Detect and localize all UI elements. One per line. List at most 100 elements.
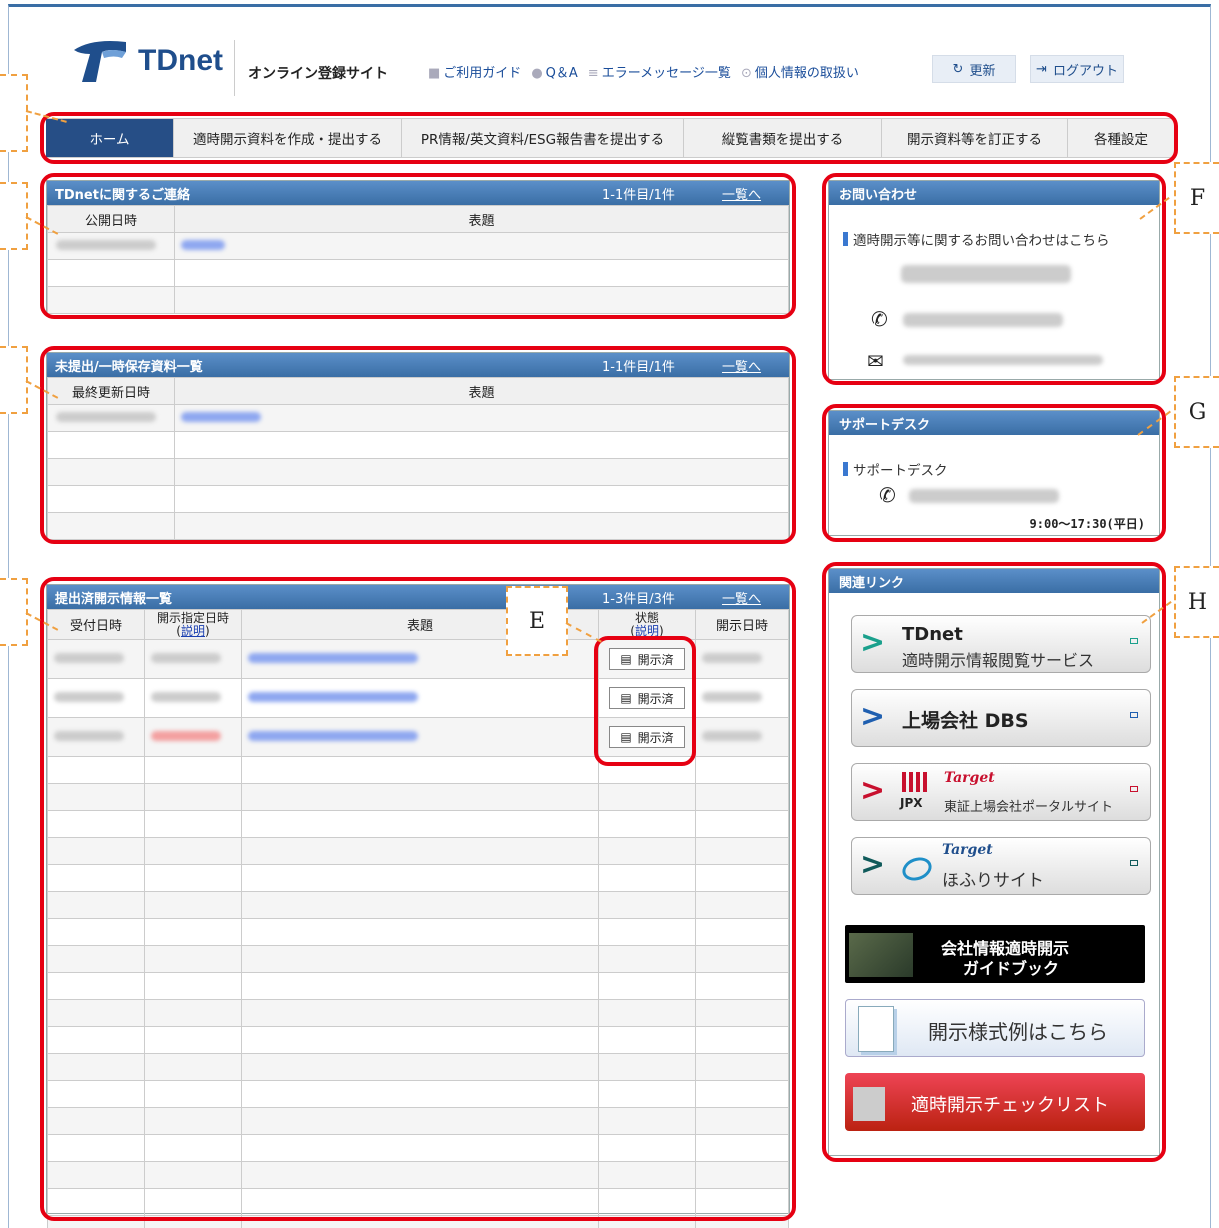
view-all-link[interactable]: 一覧へ — [722, 184, 761, 203]
title-link[interactable] — [248, 691, 418, 702]
table-row — [47, 810, 789, 838]
title-link[interactable] — [248, 652, 418, 663]
jpx-portal-link[interactable]: > JPX Target 東証上場会社ポータルサイト — [851, 763, 1151, 821]
phone-icon: ✆ — [879, 483, 896, 507]
site-name: オンライン登録サイト — [248, 66, 388, 82]
document-icon — [858, 1006, 894, 1052]
column-header: 公開日時 — [47, 205, 175, 233]
panel-title: 未提出/一時保存資料一覧 — [55, 359, 203, 375]
checklist-link[interactable]: 適時開示チェックリスト — [845, 1073, 1145, 1131]
redacted-text — [151, 652, 221, 663]
inquiry-panel: お問い合わせ 適時開示等に関するお問い合わせはこちら ✆ ✉ — [828, 180, 1160, 380]
redacted-text — [909, 489, 1059, 503]
submitted-table: 受付日時 開示指定日時 (説明) 表題 状態 (説明) 開示日時 ▤ 開示済 ▤ 開示済 ▤… — [47, 609, 789, 1228]
privacy-link[interactable]: ⊙ 個人情報の取扱い — [741, 62, 859, 81]
tab-pr-english-esg[interactable]: PR情報/英文資料/ESG報告書を提出する — [402, 119, 684, 157]
disclosed-status-button[interactable]: ▤ 開示済 — [609, 726, 685, 748]
column-header: 開示指定日時 (説明) — [144, 609, 242, 640]
table-row — [47, 1026, 789, 1054]
panel-title: サポートデスク — [839, 417, 931, 433]
title-link[interactable] — [181, 411, 261, 422]
tab-settings[interactable]: 各種設定 — [1068, 119, 1174, 157]
redacted-text — [54, 652, 124, 663]
table-row — [47, 512, 789, 540]
explanation-link[interactable]: 説明 — [181, 624, 205, 638]
phone-icon: ✆ — [871, 307, 888, 331]
table-row — [47, 431, 789, 459]
redacted-text — [54, 730, 124, 741]
table-row — [47, 1188, 789, 1216]
document-icon: ▤ — [620, 691, 632, 705]
header-divider — [234, 40, 235, 96]
main-nav: ホーム 適時開示資料を作成・提出する PR情報/英文資料/ESG報告書を提出する… — [46, 118, 1174, 158]
support-label: サポートデスク — [843, 459, 948, 479]
logout-button[interactable]: ⇥ ログアウト — [1030, 55, 1124, 83]
format-examples-link[interactable]: 開示様式例はこちら — [845, 999, 1145, 1057]
table-row — [47, 918, 789, 946]
support-panel: サポートデスク サポートデスク ✆ 9:00～17:30(平日) — [828, 410, 1160, 536]
title-link[interactable] — [248, 730, 418, 741]
redacted-text — [903, 355, 1103, 365]
disclosed-status-button[interactable]: ▤ 開示済 — [609, 648, 685, 670]
table-row — [47, 864, 789, 892]
tab-public-documents[interactable]: 縦覧書類を提出する — [684, 119, 882, 157]
table-row — [47, 1107, 789, 1135]
callout-e: E — [506, 586, 568, 656]
table-row — [47, 286, 789, 314]
mail-icon: ✉ — [867, 349, 884, 373]
callout-f: F — [1174, 162, 1219, 234]
tdnet-viewer-link[interactable]: > TDnet 適時開示情報閲覧サービス — [851, 615, 1151, 673]
table-row — [47, 1080, 789, 1108]
guidebook-link[interactable]: 会社情報適時開示 ガイドブック — [845, 925, 1145, 983]
table-row — [47, 232, 789, 260]
disclosed-status-button[interactable]: ▤ 開示済 — [609, 687, 685, 709]
callout-d — [0, 578, 28, 646]
explanation-link[interactable]: 説明 — [635, 624, 659, 638]
speech-bubble-icon: ● — [531, 66, 543, 81]
tab-home[interactable]: ホーム — [46, 119, 174, 157]
contact-table: 公開日時 表題 — [47, 205, 789, 314]
external-link-icon — [1130, 712, 1138, 718]
result-count: 1-3件目/3件 — [602, 591, 675, 607]
redacted-text — [702, 730, 762, 741]
redacted-text — [702, 652, 762, 663]
column-header: 開示日時 — [695, 609, 789, 640]
logo-text: TDnet — [138, 44, 223, 77]
inquiry-text: 適時開示等に関するお問い合わせはこちら — [843, 229, 1110, 249]
column-header: 受付日時 — [47, 609, 145, 640]
hofuri-link[interactable]: > Target ほふりサイト — [851, 837, 1151, 895]
panel-header: 関連リンク — [829, 569, 1159, 593]
view-all-link[interactable]: 一覧へ — [722, 356, 761, 375]
document-icon: ▤ — [620, 652, 632, 666]
dbs-link[interactable]: > 上場会社 DBS — [851, 689, 1151, 747]
redacted-text — [151, 730, 221, 741]
table-row: ▤ 開示済 — [47, 639, 789, 679]
column-header: 状態 (説明) — [598, 609, 696, 640]
tab-create-submit[interactable]: 適時開示資料を作成・提出する — [174, 119, 402, 157]
document-icon: ▤ — [620, 730, 632, 744]
table-row — [47, 891, 789, 919]
support-hours: 9:00～17:30(平日) — [1029, 517, 1145, 531]
guidebook-image — [849, 933, 913, 977]
panel-title: 関連リンク — [839, 575, 905, 591]
header-links: ■ ご利用ガイド ● Q＆A ≡ エラーメッセージ一覧 ⊙ 個人情報の取扱い — [428, 62, 859, 81]
tdnet-logo-icon — [74, 41, 126, 82]
table-row — [47, 783, 789, 811]
redacted-text — [903, 313, 1063, 327]
redacted-text — [56, 239, 156, 250]
external-link-icon — [1130, 786, 1138, 792]
checklist-image — [853, 1087, 885, 1121]
error-list-link[interactable]: ≡ エラーメッセージ一覧 — [588, 62, 731, 81]
callout-b — [0, 182, 28, 250]
tab-correct[interactable]: 開示資料等を訂正する — [882, 119, 1068, 157]
view-all-link[interactable]: 一覧へ — [722, 588, 761, 607]
redacted-text — [901, 265, 1071, 283]
guide-link[interactable]: ■ ご利用ガイド — [428, 62, 521, 81]
callout-a — [0, 74, 28, 152]
panel-title: 提出済開示情報一覧 — [55, 591, 173, 607]
external-link-icon — [1130, 860, 1138, 866]
qa-link[interactable]: ● Q＆A — [531, 62, 577, 81]
refresh-button[interactable]: ↻ 更新 — [932, 55, 1016, 83]
table-row — [47, 1134, 789, 1162]
title-link[interactable] — [181, 239, 225, 250]
